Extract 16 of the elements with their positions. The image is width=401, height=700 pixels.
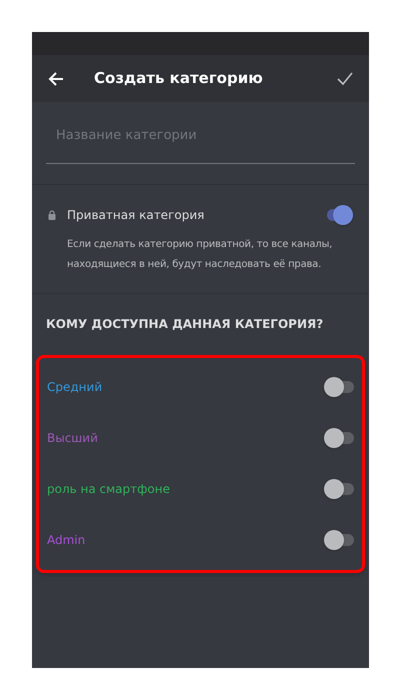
toggle-switch[interactable] <box>324 530 354 550</box>
role-name: роль на смартфоне <box>47 481 170 498</box>
toggle-switch[interactable] <box>324 377 354 397</box>
section-heading: КОМУ ДОСТУПНА ДАННАЯ КАТЕГОРИЯ? <box>46 316 324 330</box>
private-description: Если сделать категорию приватной, то все каналы, находящиеся в ней, будут наследовать её права. <box>67 238 334 272</box>
category-name-field[interactable]: Название категории <box>46 126 355 164</box>
role-name: Admin <box>47 532 86 549</box>
private-label: Приватная категория <box>67 206 204 224</box>
role-name: Средний <box>47 379 102 396</box>
toggle-switch[interactable] <box>324 428 354 448</box>
role-name: Высший <box>47 430 98 447</box>
check-icon[interactable] <box>337 72 353 86</box>
back-arrow-icon[interactable] <box>48 70 64 86</box>
screen-title: Создать категорию <box>94 68 263 90</box>
toggle-switch[interactable] <box>324 479 354 499</box>
lock-icon <box>48 210 56 220</box>
